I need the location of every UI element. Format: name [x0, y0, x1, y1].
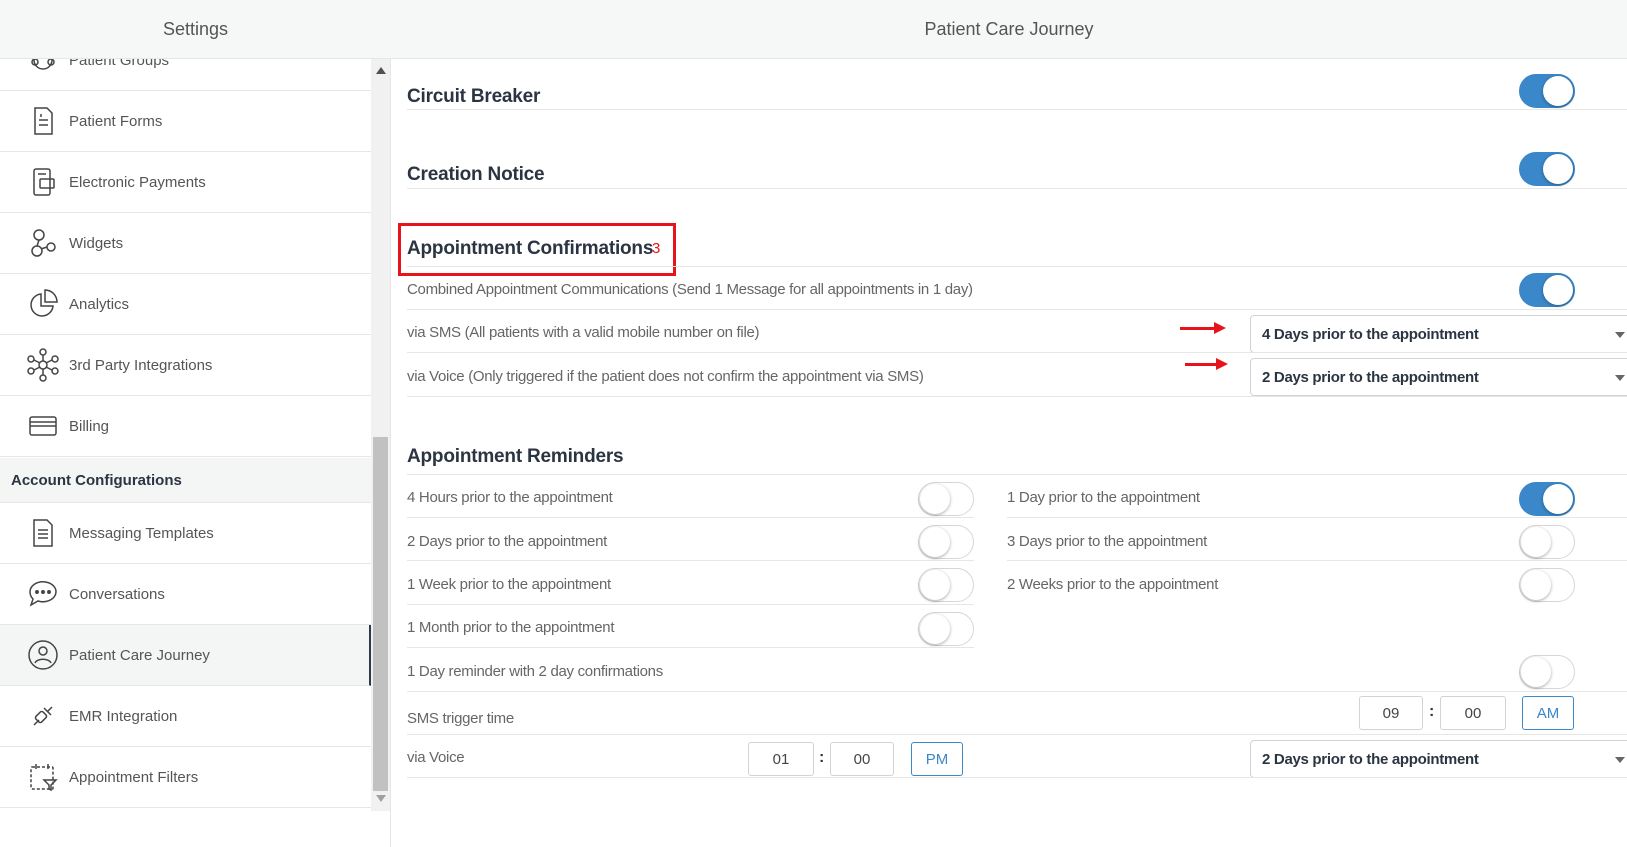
reminder-3-days-label: 3 Days prior to the appointment — [1007, 533, 1207, 550]
creation-notice-title: Creation Notice — [407, 164, 545, 185]
divider — [407, 517, 974, 518]
chevron-down-icon — [1615, 375, 1625, 381]
integrations-icon — [26, 348, 60, 382]
reminder-2-days-toggle[interactable] — [918, 525, 974, 559]
patient-care-journey-icon — [26, 638, 60, 672]
widgets-icon — [26, 226, 60, 260]
messaging-templates-icon — [26, 516, 60, 550]
circuit-breaker-toggle[interactable] — [1519, 74, 1575, 108]
sidebar-nav: Patient Groups Patient Forms Electronic … — [0, 59, 371, 811]
sidebar-scrollbar[interactable] — [371, 59, 390, 811]
reminder-1-week-label: 1 Week prior to the appointment — [407, 576, 611, 593]
sidebar-item-widgets[interactable]: Widgets — [0, 213, 371, 274]
sms-trigger-time-label: SMS trigger time — [407, 710, 514, 727]
divider — [1007, 517, 1627, 518]
divider — [407, 691, 1627, 692]
sidebar-item-electronic-payments[interactable]: Electronic Payments — [0, 152, 371, 213]
combined-communications-toggle[interactable] — [1519, 273, 1575, 307]
sidebar-item-patient-forms[interactable]: Patient Forms — [0, 91, 371, 152]
sidebar-item-emr-integration[interactable]: EMR Integration — [0, 686, 371, 747]
reminder-voice-select[interactable]: 2 Days prior to the appointment — [1250, 740, 1627, 778]
time-separator: : — [1429, 703, 1435, 720]
divider — [407, 352, 1627, 353]
reminder-3-days-toggle[interactable] — [1519, 525, 1575, 559]
billing-icon — [26, 409, 60, 443]
scroll-up-arrow[interactable] — [376, 67, 386, 74]
divider — [407, 309, 1627, 310]
reminder-2-days-label: 2 Days prior to the appointment — [407, 533, 607, 550]
reminder-1-day-toggle[interactable] — [1519, 482, 1575, 516]
divider — [407, 396, 1627, 397]
analytics-icon — [26, 287, 60, 321]
sidebar-item-billing[interactable]: Billing — [0, 396, 371, 457]
patient-forms-icon — [26, 104, 60, 138]
reminder-1-month-label: 1 Month prior to the appointment — [407, 619, 615, 636]
divider — [407, 560, 974, 561]
reminder-combo-label: 1 Day reminder with 2 day confirmations — [407, 663, 663, 680]
reminder-4-hours-toggle[interactable] — [918, 482, 974, 516]
sms-trigger-ampm-button[interactable]: AM — [1522, 696, 1574, 730]
sidebar-item-patient-groups[interactable]: Patient Groups — [0, 59, 371, 91]
annotation-arrow-voice — [1185, 358, 1228, 370]
annotation-badge: 3 — [652, 240, 661, 257]
reminder-voice-label: via Voice — [407, 749, 465, 766]
patient-groups-icon — [26, 59, 60, 77]
divider — [407, 734, 1627, 735]
sms-trigger-minute-input[interactable]: 00 — [1440, 696, 1506, 730]
sidebar-item-analytics[interactable]: Analytics — [0, 274, 371, 335]
divider — [407, 647, 974, 648]
chevron-down-icon — [1615, 757, 1625, 763]
combined-communications-label: Combined Appointment Communications (Sen… — [407, 281, 973, 298]
appointment-reminders-title: Appointment Reminders — [407, 446, 624, 467]
reminder-1-week-toggle[interactable] — [918, 568, 974, 602]
reminder-1-day-label: 1 Day prior to the appointment — [1007, 489, 1200, 506]
reminder-1-month-toggle[interactable] — [918, 612, 974, 646]
scroll-down-arrow[interactable] — [376, 795, 386, 802]
reminder-combo-toggle[interactable] — [1519, 655, 1575, 689]
sidebar-item-messaging-templates[interactable]: Messaging Templates — [0, 503, 371, 564]
reminder-voice-minute-input[interactable]: 00 — [830, 742, 894, 776]
reminder-voice-hour-input[interactable]: 01 — [748, 742, 814, 776]
divider — [407, 777, 1627, 778]
emr-integration-icon — [26, 699, 60, 733]
sidebar-item-patient-care-journey[interactable]: Patient Care Journey — [0, 625, 371, 686]
divider — [1007, 560, 1627, 561]
sidebar-item-3rd-party-integrations[interactable]: 3rd Party Integrations — [0, 335, 371, 396]
circuit-breaker-title: Circuit Breaker — [407, 86, 541, 107]
divider — [407, 474, 1627, 475]
divider — [407, 109, 1627, 110]
divider — [407, 266, 1627, 267]
annotation-highlight-box — [398, 223, 676, 276]
scroll-thumb[interactable] — [373, 437, 388, 791]
reminder-2-weeks-toggle[interactable] — [1519, 568, 1575, 602]
appointment-filters-icon — [26, 760, 60, 794]
sidebar-title: Settings — [0, 0, 391, 59]
electronic-payments-icon — [26, 165, 60, 199]
sidebar-section-account-configurations: Account Configurations — [0, 458, 371, 503]
divider — [407, 188, 1627, 189]
sidebar-item-conversations[interactable]: Conversations — [0, 564, 371, 625]
sms-trigger-hour-input[interactable]: 09 — [1359, 696, 1423, 730]
chevron-down-icon — [1615, 332, 1625, 338]
divider — [407, 604, 974, 605]
confirm-voice-select[interactable]: 2 Days prior to the appointment — [1250, 358, 1627, 396]
confirm-sms-select[interactable]: 4 Days prior to the appointment — [1250, 315, 1627, 353]
sidebar-item-appointment-filters[interactable]: Appointment Filters — [0, 747, 371, 808]
confirm-sms-label: via SMS (All patients with a valid mobil… — [407, 324, 760, 341]
annotation-arrow-sms — [1180, 322, 1226, 334]
creation-notice-toggle[interactable] — [1519, 152, 1575, 186]
time-separator: : — [819, 749, 825, 766]
reminder-2-weeks-label: 2 Weeks prior to the appointment — [1007, 576, 1219, 593]
confirm-voice-label: via Voice (Only triggered if the patient… — [407, 368, 924, 385]
conversations-icon — [26, 577, 60, 611]
reminder-4-hours-label: 4 Hours prior to the appointment — [407, 489, 613, 506]
reminder-voice-ampm-button[interactable]: PM — [911, 742, 963, 776]
settings-sidebar: Settings Patient Groups Patient Forms El… — [0, 0, 391, 847]
page-title: Patient Care Journey — [391, 0, 1627, 59]
